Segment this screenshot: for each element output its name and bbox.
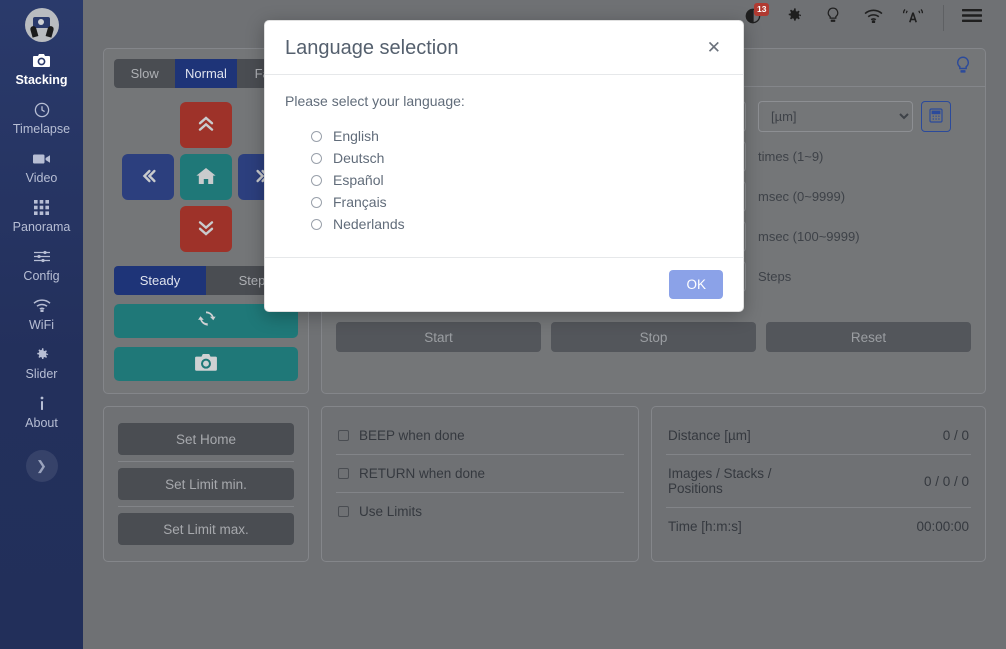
radio-icon xyxy=(311,131,322,142)
dialog-title: Language selection xyxy=(285,37,458,60)
dialog-footer: OK xyxy=(265,257,743,311)
dialog-header: Language selection ✕ xyxy=(265,21,743,75)
language-option-francais[interactable]: Français xyxy=(285,191,723,213)
dialog-prompt: Please select your language: xyxy=(285,93,723,109)
language-option-label: Français xyxy=(333,194,387,210)
language-selection-dialog: Language selection ✕ Please select your … xyxy=(264,20,744,312)
radio-icon xyxy=(311,197,322,208)
dialog-body: Please select your language: English Deu… xyxy=(265,75,743,257)
close-icon: ✕ xyxy=(707,38,721,57)
language-option-label: Nederlands xyxy=(333,216,405,232)
close-button[interactable]: ✕ xyxy=(705,37,723,58)
app-root: Stacking Timelapse Video Panorama Config xyxy=(0,0,1006,649)
language-option-label: Español xyxy=(333,172,384,188)
radio-icon xyxy=(311,175,322,186)
language-option-label: English xyxy=(333,128,379,144)
language-option-deutsch[interactable]: Deutsch xyxy=(285,147,723,169)
language-option-english[interactable]: English xyxy=(285,125,723,147)
ok-button[interactable]: OK xyxy=(669,270,723,299)
language-option-nederlands[interactable]: Nederlands xyxy=(285,213,723,235)
radio-icon xyxy=(311,219,322,230)
language-option-espanol[interactable]: Español xyxy=(285,169,723,191)
language-option-label: Deutsch xyxy=(333,150,384,166)
radio-icon xyxy=(311,153,322,164)
